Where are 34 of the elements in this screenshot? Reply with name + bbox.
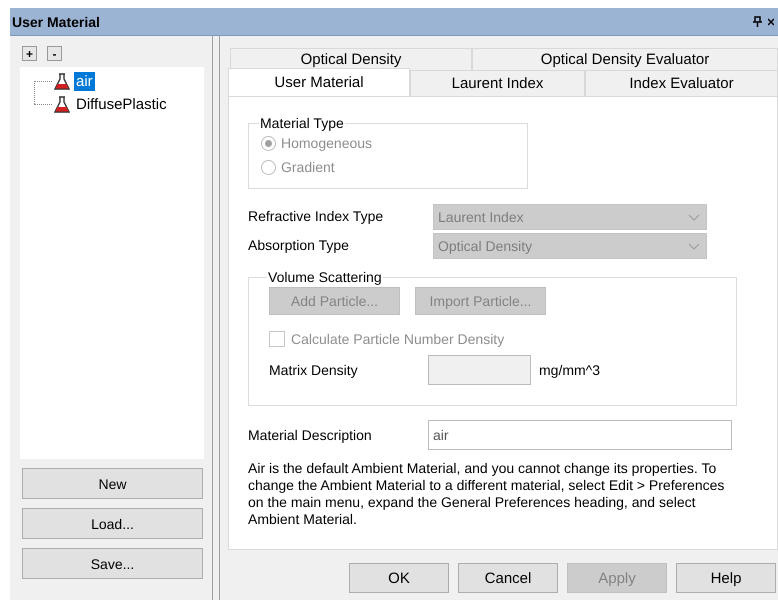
flask-icon (54, 96, 70, 114)
group-title: Material Type (259, 115, 345, 131)
pin-icon[interactable] (753, 16, 762, 27)
field-label: Absorption Type (248, 236, 350, 252)
unit-label: mg/mm^3 (539, 362, 600, 378)
tab[interactable]: Optical Density Evaluator (472, 48, 778, 70)
splitter-bar[interactable] (212, 36, 220, 600)
field-label: Material Description (248, 427, 373, 443)
window-title: User Material (12, 14, 101, 30)
dialog-button[interactable]: Cancel (458, 563, 558, 593)
input-field[interactable]: air (428, 420, 732, 450)
tab[interactable]: User Material (228, 68, 410, 96)
caret-icon (688, 214, 700, 220)
info-text: Air is the default Ambient Material, and you cannot change its properties. To change the Ambient Material to a different material, select Edit > Preferences on the main menu, expand the General Preferences heading, and select Ambient Material. (248, 460, 726, 528)
side-button[interactable]: Load... (22, 508, 203, 539)
tree-item[interactable]: DiffusePlastic (74, 95, 169, 114)
group-title: Volume Scattering (267, 269, 383, 285)
close-icon[interactable] (768, 16, 774, 26)
field-label: Matrix Density (269, 362, 359, 378)
radio-label: Homogeneous (281, 135, 372, 151)
field-label: Refractive Index Type (248, 208, 384, 224)
tab[interactable]: Index Evaluator (585, 70, 778, 96)
dialog-button[interactable]: Help (676, 563, 776, 593)
side-button[interactable]: New (22, 468, 203, 499)
dialog-button[interactable]: OK (349, 563, 449, 593)
expand-button[interactable]: + (22, 46, 37, 61)
flask-icon (54, 72, 70, 90)
collapse-button[interactable]: - (47, 46, 62, 61)
radio-label: Gradient (281, 159, 335, 175)
tree-item[interactable]: air (74, 72, 95, 91)
caret-icon (688, 242, 700, 250)
tab[interactable]: Laurent Index (410, 70, 585, 96)
tab[interactable]: Optical Density (230, 48, 472, 70)
side-button[interactable]: Save... (22, 548, 203, 579)
